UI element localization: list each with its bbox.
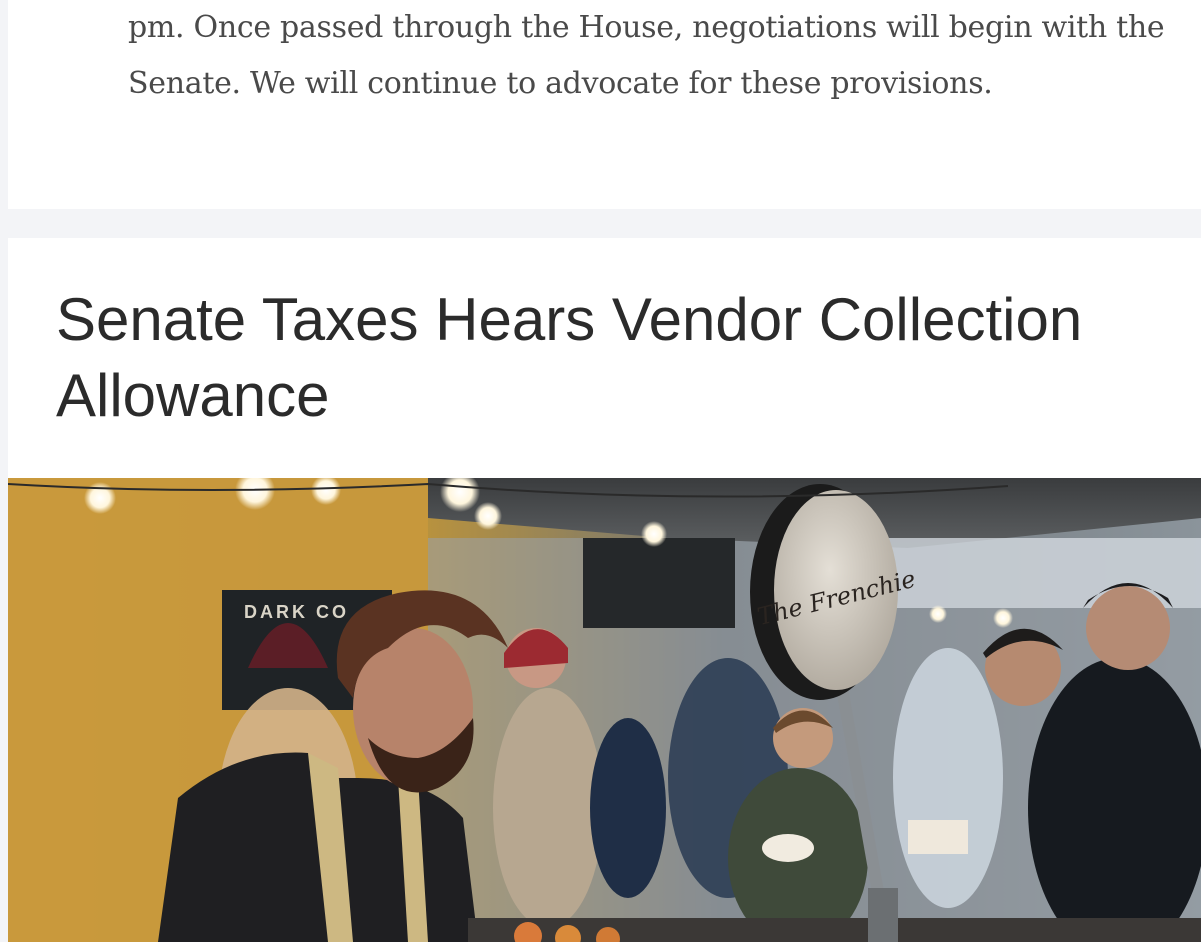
- post-featured-image[interactable]: DARK CO The Frenchie: [8, 478, 1201, 942]
- post-title-link[interactable]: Senate Taxes Hears Vendor Collection All…: [56, 282, 1186, 434]
- previous-post-card: pm. Once passed through the House, negot…: [8, 0, 1201, 209]
- stall-banner-text: DARK CO: [244, 602, 349, 622]
- page: pm. Once passed through the House, negot…: [0, 0, 1201, 942]
- post-card: Senate Taxes Hears Vendor Collection All…: [8, 238, 1201, 942]
- food-stall-photo: DARK CO The Frenchie: [8, 478, 1201, 942]
- post-excerpt: pm. Once passed through the House, negot…: [128, 10, 1165, 101]
